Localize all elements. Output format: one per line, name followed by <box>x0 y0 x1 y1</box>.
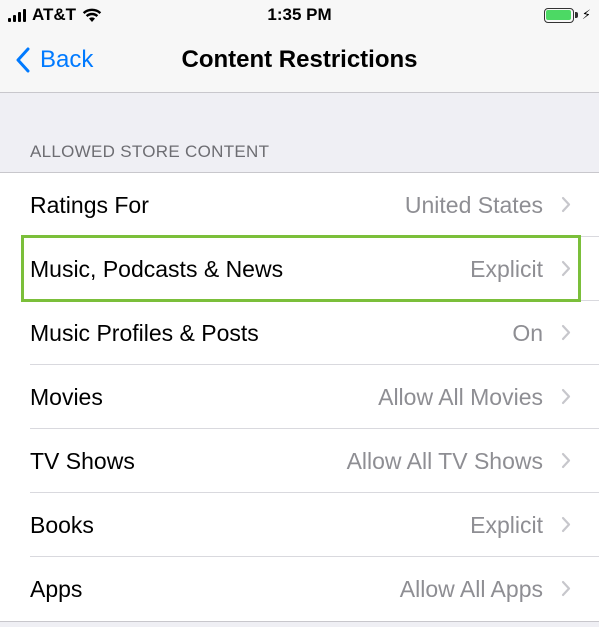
chevron-right-icon <box>561 452 571 469</box>
row-value: Explicit <box>470 255 543 282</box>
chevron-right-icon <box>561 324 571 341</box>
chevron-right-icon <box>561 580 571 597</box>
row-label: TV Shows <box>30 447 135 474</box>
row-music-profiles-posts[interactable]: Music Profiles & Posts On <box>0 301 599 365</box>
row-tv-shows[interactable]: TV Shows Allow All TV Shows <box>0 429 599 493</box>
row-ratings-for[interactable]: Ratings For United States <box>0 173 599 237</box>
row-label: Ratings For <box>30 191 149 218</box>
status-bar: AT&T 1:35 PM ⚡ <box>0 0 599 30</box>
row-value: United States <box>404 191 543 218</box>
back-button[interactable]: Back <box>16 42 93 78</box>
row-movies[interactable]: Movies Allow All Movies <box>0 365 599 429</box>
back-label: Back <box>40 46 94 73</box>
row-label: Music, Podcasts & News <box>30 255 284 282</box>
row-apps[interactable]: Apps Allow All Apps <box>0 557 599 621</box>
chevron-left-icon <box>16 47 30 73</box>
row-label: Movies <box>30 383 103 410</box>
row-value: Allow All TV Shows <box>346 447 543 474</box>
chevron-right-icon <box>561 196 571 213</box>
chevron-right-icon <box>561 516 571 533</box>
battery-cap <box>574 12 578 18</box>
row-label: Music Profiles & Posts <box>30 319 259 346</box>
battery-icon <box>543 7 574 23</box>
row-value: Allow All Movies <box>378 383 543 410</box>
status-time: 1:35 PM <box>267 5 332 24</box>
row-value: On <box>512 319 543 346</box>
section-header: ALLOWED STORE CONTENT <box>30 142 270 161</box>
chevron-right-icon <box>561 388 571 405</box>
status-right: ⚡ <box>543 7 591 23</box>
row-music-podcasts-news[interactable]: Music, Podcasts & News Explicit <box>0 237 599 301</box>
row-value: Explicit <box>470 511 543 538</box>
settings-group: Ratings For United States Music, Podcast… <box>0 172 599 622</box>
row-value: Allow All Apps <box>399 575 543 602</box>
charging-bolt-icon: ⚡ <box>581 7 591 22</box>
row-label: Apps <box>30 575 83 602</box>
row-books[interactable]: Books Explicit <box>0 493 599 557</box>
row-label: Books <box>30 511 94 538</box>
navigation-bar: Back Content Restrictions <box>0 30 599 93</box>
chevron-right-icon <box>561 260 571 277</box>
